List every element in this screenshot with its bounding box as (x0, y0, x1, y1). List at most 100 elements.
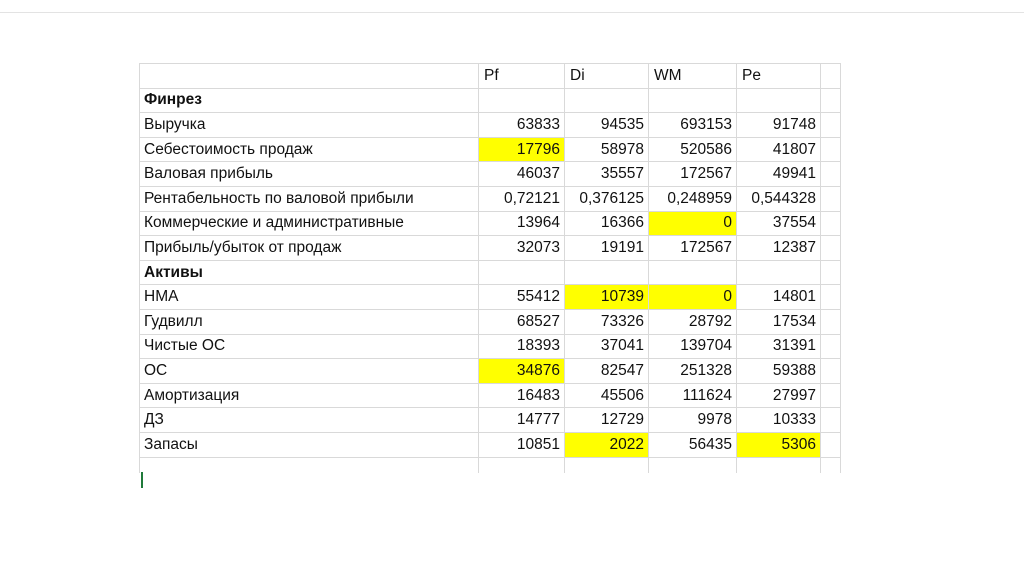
value-cell[interactable]: 0 (648, 211, 737, 237)
value-cell[interactable]: 17534 (736, 309, 821, 335)
empty-cell[interactable] (820, 161, 841, 187)
value-cell[interactable]: 37041 (564, 334, 649, 360)
value-cell[interactable]: 0,544328 (736, 186, 821, 212)
row-label-cell[interactable]: Прибыль/убыток от продаж (139, 235, 479, 261)
empty-cell[interactable] (820, 186, 841, 212)
value-cell[interactable] (564, 260, 649, 286)
value-cell[interactable]: 19191 (564, 235, 649, 261)
empty-cell[interactable] (139, 457, 479, 473)
value-cell[interactable]: 28792 (648, 309, 737, 335)
empty-cell[interactable] (820, 137, 841, 163)
value-cell[interactable]: 172567 (648, 235, 737, 261)
value-cell[interactable]: 27997 (736, 383, 821, 409)
row-label-cell[interactable]: Гудвилл (139, 309, 479, 335)
value-cell[interactable]: 16366 (564, 211, 649, 237)
value-cell[interactable]: 41807 (736, 137, 821, 163)
value-cell[interactable]: 55412 (478, 284, 565, 310)
value-cell[interactable]: 59388 (736, 358, 821, 384)
empty-cell[interactable] (820, 383, 841, 409)
corner-cell[interactable] (139, 63, 479, 89)
row-label-cell[interactable]: Запасы (139, 432, 479, 458)
row-label-cell[interactable]: НМА (139, 284, 479, 310)
value-cell[interactable]: 63833 (478, 112, 565, 138)
value-cell[interactable]: 17796 (478, 137, 565, 163)
value-cell[interactable]: 18393 (478, 334, 565, 360)
value-cell[interactable]: 520586 (648, 137, 737, 163)
row-label-cell[interactable]: Выручка (139, 112, 479, 138)
section-header-cell[interactable]: Активы (139, 260, 479, 286)
value-cell[interactable]: 82547 (564, 358, 649, 384)
value-cell[interactable]: 2022 (564, 432, 649, 458)
value-cell[interactable]: 94535 (564, 112, 649, 138)
empty-cell[interactable] (820, 432, 841, 458)
value-cell[interactable]: 37554 (736, 211, 821, 237)
value-cell[interactable]: 73326 (564, 309, 649, 335)
empty-cell[interactable] (820, 358, 841, 384)
value-cell[interactable]: 32073 (478, 235, 565, 261)
value-cell[interactable]: 693153 (648, 112, 737, 138)
value-cell[interactable]: 0,376125 (564, 186, 649, 212)
value-cell[interactable]: 0,72121 (478, 186, 565, 212)
value-cell[interactable]: 0 (648, 284, 737, 310)
row-label-cell[interactable]: Чистые ОС (139, 334, 479, 360)
row-label-cell[interactable]: ДЗ (139, 407, 479, 433)
value-cell[interactable]: 35557 (564, 161, 649, 187)
value-cell[interactable]: 10739 (564, 284, 649, 310)
value-cell[interactable] (736, 88, 821, 114)
empty-cell[interactable] (820, 457, 841, 473)
value-cell[interactable]: 12387 (736, 235, 821, 261)
column-header[interactable]: Di (564, 63, 649, 89)
value-cell[interactable]: 14801 (736, 284, 821, 310)
value-cell[interactable]: 49941 (736, 161, 821, 187)
empty-cell[interactable] (736, 457, 821, 473)
row-label-cell[interactable]: Рентабельность по валовой прибыли (139, 186, 479, 212)
value-cell[interactable]: 13964 (478, 211, 565, 237)
value-cell[interactable]: 9978 (648, 407, 737, 433)
value-cell[interactable]: 10333 (736, 407, 821, 433)
value-cell[interactable]: 172567 (648, 161, 737, 187)
empty-cell[interactable] (564, 457, 649, 473)
value-cell[interactable] (478, 88, 565, 114)
value-cell[interactable]: 58978 (564, 137, 649, 163)
value-cell[interactable]: 14777 (478, 407, 565, 433)
row-label-cell[interactable]: Амортизация (139, 383, 479, 409)
empty-cell[interactable] (820, 211, 841, 237)
row-label-cell[interactable]: Коммерческие и административные (139, 211, 479, 237)
empty-cell[interactable] (820, 63, 841, 89)
value-cell[interactable]: 31391 (736, 334, 821, 360)
value-cell[interactable]: 10851 (478, 432, 565, 458)
empty-cell[interactable] (478, 457, 565, 473)
value-cell[interactable] (736, 260, 821, 286)
column-header[interactable]: WM (648, 63, 737, 89)
empty-cell[interactable] (820, 334, 841, 360)
empty-cell[interactable] (820, 260, 841, 286)
value-cell[interactable] (564, 88, 649, 114)
column-header[interactable]: Pe (736, 63, 821, 89)
value-cell[interactable]: 56435 (648, 432, 737, 458)
empty-cell[interactable] (820, 407, 841, 433)
empty-cell[interactable] (820, 284, 841, 310)
value-cell[interactable]: 45506 (564, 383, 649, 409)
value-cell[interactable]: 91748 (736, 112, 821, 138)
empty-cell[interactable] (820, 112, 841, 138)
value-cell[interactable] (648, 260, 737, 286)
value-cell[interactable]: 5306 (736, 432, 821, 458)
value-cell[interactable]: 16483 (478, 383, 565, 409)
empty-cell[interactable] (820, 309, 841, 335)
row-label-cell[interactable]: Себестоимость продаж (139, 137, 479, 163)
value-cell[interactable] (648, 88, 737, 114)
value-cell[interactable]: 34876 (478, 358, 565, 384)
empty-cell[interactable] (820, 88, 841, 114)
row-label-cell[interactable]: ОС (139, 358, 479, 384)
value-cell[interactable]: 111624 (648, 383, 737, 409)
empty-cell[interactable] (820, 235, 841, 261)
value-cell[interactable] (478, 260, 565, 286)
column-header[interactable]: Pf (478, 63, 565, 89)
value-cell[interactable]: 68527 (478, 309, 565, 335)
empty-cell[interactable] (648, 457, 737, 473)
value-cell[interactable]: 12729 (564, 407, 649, 433)
section-header-cell[interactable]: Финрез (139, 88, 479, 114)
value-cell[interactable]: 251328 (648, 358, 737, 384)
value-cell[interactable]: 0,248959 (648, 186, 737, 212)
value-cell[interactable]: 46037 (478, 161, 565, 187)
